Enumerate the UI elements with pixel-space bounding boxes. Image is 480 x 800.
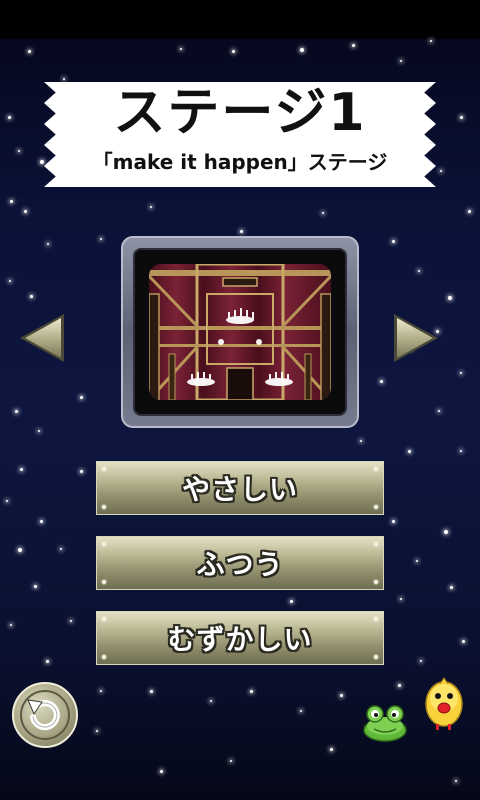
star [10, 624, 12, 626]
rivet [374, 505, 378, 509]
hard-difficulty-label: むずかしい [167, 623, 313, 656]
stage-title-banner: ステージ1 「make it happen」ステージ [44, 82, 436, 187]
star [80, 470, 83, 473]
stage-select-screen: ステージ1 「make it happen」ステージ やさしい ふつう むずかし… [0, 0, 480, 800]
stage-subtitle: 「make it happen」ステージ [92, 150, 388, 174]
star [8, 116, 11, 119]
normal-difficulty-label: ふつう [196, 548, 284, 581]
star [430, 40, 432, 42]
star [250, 690, 253, 693]
star [96, 730, 98, 732]
star [46, 660, 49, 663]
star [322, 212, 324, 214]
rivet [102, 542, 106, 546]
star [392, 240, 395, 243]
star [210, 700, 212, 702]
rivet [102, 580, 106, 584]
star [438, 410, 440, 412]
star [70, 620, 72, 622]
stage-preview-bezel [133, 248, 347, 416]
star [300, 48, 304, 52]
star [150, 690, 153, 693]
star [408, 450, 411, 453]
star [392, 520, 395, 523]
star [450, 586, 453, 589]
star [460, 116, 463, 119]
rivet [102, 617, 106, 621]
star [100, 238, 102, 240]
star [418, 270, 420, 272]
star [460, 372, 462, 374]
star [398, 684, 401, 687]
star [380, 380, 383, 383]
star [20, 468, 23, 471]
star [18, 548, 22, 552]
rivet [374, 580, 378, 584]
star [47, 243, 49, 245]
rivet [102, 505, 106, 509]
star [240, 230, 243, 233]
rivet [374, 655, 378, 659]
stage-title: ステージ1 [113, 83, 367, 143]
star [290, 600, 293, 603]
star [15, 410, 18, 413]
star [100, 690, 102, 692]
star [18, 150, 20, 152]
star [300, 710, 302, 712]
stage-preview-frame [121, 236, 359, 428]
star [6, 500, 8, 502]
star [460, 450, 462, 452]
star [340, 694, 343, 697]
star [468, 210, 471, 213]
star [30, 295, 33, 298]
circular-back-arrow-icon [20, 690, 70, 740]
rivet [374, 542, 378, 546]
star [420, 660, 422, 662]
frog-character-icon [362, 702, 408, 742]
theater-stage-illustration [149, 264, 331, 400]
star [24, 210, 27, 213]
star [400, 60, 402, 62]
star [180, 48, 182, 50]
star [448, 296, 452, 300]
rivet [102, 655, 106, 659]
star [63, 78, 65, 80]
star [360, 440, 362, 442]
star [60, 548, 62, 550]
star [444, 530, 448, 534]
star [230, 760, 232, 762]
star [9, 280, 11, 282]
right-triangle-arrow-icon [394, 314, 438, 362]
rivet [374, 467, 378, 471]
star [232, 50, 235, 53]
chick-character-icon [422, 676, 466, 732]
easy-difficulty-button[interactable]: やさしい [96, 461, 384, 515]
star [416, 560, 418, 562]
star [80, 396, 83, 399]
star [28, 50, 31, 53]
normal-difficulty-button[interactable]: ふつう [96, 536, 384, 590]
star [455, 780, 457, 782]
rivet [102, 467, 106, 471]
back-button[interactable] [12, 682, 78, 748]
star [150, 206, 152, 208]
star [10, 200, 13, 203]
rivet [374, 617, 378, 621]
star [462, 640, 465, 643]
left-triangle-arrow-icon [20, 314, 64, 362]
star [160, 770, 163, 773]
star [400, 598, 402, 600]
next-stage-button[interactable] [392, 312, 440, 364]
hard-difficulty-button[interactable]: むずかしい [96, 611, 384, 665]
prev-stage-button[interactable] [18, 312, 66, 364]
star [34, 585, 37, 588]
star [440, 170, 442, 172]
star [40, 160, 44, 164]
stage-preview-image [149, 264, 331, 400]
star [40, 520, 43, 523]
star [38, 430, 40, 432]
star [352, 44, 355, 47]
easy-difficulty-label: やさしい [181, 473, 298, 506]
star [330, 748, 333, 751]
